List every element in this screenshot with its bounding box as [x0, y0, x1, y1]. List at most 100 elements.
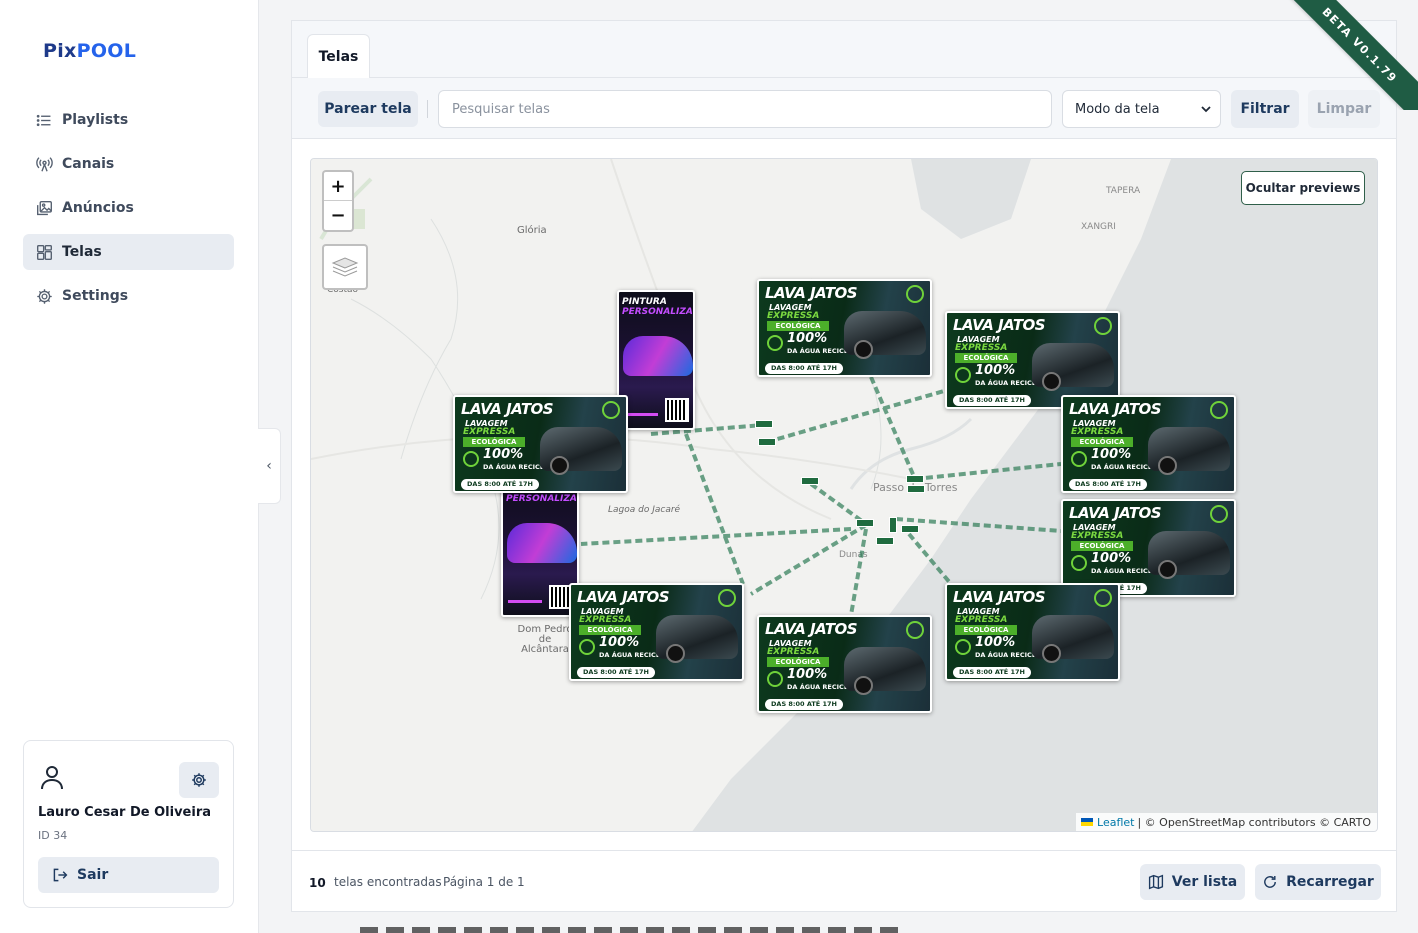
screen-mode-value: Modo da tela: [1075, 101, 1160, 117]
drop-logo-icon: [906, 621, 924, 639]
leaflet-link[interactable]: Leaflet: [1097, 816, 1134, 829]
map-marker[interactable]: [801, 477, 819, 485]
recycle-icon: [767, 671, 783, 687]
broadcast-icon: [35, 155, 53, 173]
preview-decoration: [508, 600, 542, 603]
beta-ribbon-wrap: BETA V0.1.79: [1258, 0, 1418, 110]
car-image: [1148, 427, 1230, 475]
collapse-sidebar-button[interactable]: ‹: [258, 428, 281, 504]
chevron-down-icon: [1201, 106, 1211, 113]
screen-preview-lava-jatos[interactable]: LAVA JATOS LAVAGEM EXPRESSA ECOLÓGICA 10…: [757, 615, 932, 713]
car-image: [844, 647, 926, 695]
preview-title: LAVA JATOS: [1069, 400, 1162, 418]
screen-preview-pintura[interactable]: PINTURA PERSONALIZADA: [501, 477, 579, 617]
screen-preview-lava-jatos[interactable]: LAVA JATOS LAVAGEM EXPRESSA ECOLÓGICA 10…: [757, 279, 932, 377]
view-list-button[interactable]: Ver lista: [1140, 864, 1245, 900]
preview-line: EXPRESSA: [1071, 531, 1124, 541]
screen-mode-select[interactable]: Modo da tela: [1062, 90, 1221, 128]
map-icon: [1148, 874, 1163, 890]
preview-line: EXPRESSA: [767, 647, 820, 657]
recycle-icon: [579, 639, 595, 655]
ukraine-flag-icon: [1081, 818, 1094, 826]
results-footer: 10 telas encontradas Página 1 de 1 Ver l…: [292, 850, 1396, 913]
layers-icon: [331, 257, 359, 277]
gear-icon: [35, 287, 53, 305]
toolbar-divider: [427, 100, 428, 118]
logout-button[interactable]: Sair: [38, 857, 219, 893]
pair-screen-button[interactable]: Parear tela: [318, 91, 418, 127]
preview-line: ECOLÓGICA: [463, 437, 525, 447]
preview-line: ECOLÓGICA: [767, 657, 829, 667]
drop-logo-icon: [718, 589, 736, 607]
map-marker[interactable]: [889, 517, 897, 533]
preview-title: LAVA JATOS: [953, 316, 1046, 334]
screen-preview-lava-jatos[interactable]: LAVA JATOS LAVAGEM EXPRESSA ECOLÓGICA 10…: [569, 583, 744, 681]
preview-hours: DAS 8:00 ATÉ 17H: [461, 479, 539, 490]
preview-line: 100%: [975, 635, 1016, 650]
preview-line: 100%: [787, 667, 828, 682]
map-marker[interactable]: [901, 525, 919, 533]
map-container[interactable]: Glória Costão TAPERA XANGRI Lagoa do Jac…: [310, 158, 1378, 832]
drop-logo-icon: [1094, 589, 1112, 607]
connection-lines: [580, 376, 1062, 616]
sidebar-item-settings[interactable]: Settings: [23, 278, 234, 314]
preview-line: 100%: [483, 447, 524, 462]
screen-count-label: telas encontradas: [334, 875, 442, 889]
preview-line: 100%: [1091, 447, 1132, 462]
recycle-icon: [1071, 451, 1087, 467]
attribution-text: | © OpenStreetMap contributors © CARTO: [1137, 815, 1371, 829]
images-icon: [35, 199, 53, 217]
preview-title: LAVA JATOS: [461, 400, 554, 418]
map-marker[interactable]: [907, 485, 925, 493]
preview-hours: DAS 8:00 ATÉ 17H: [953, 667, 1031, 678]
preview-decoration: [624, 413, 658, 416]
zoom-in-button[interactable]: +: [324, 172, 352, 201]
sidebar-item-label: Anúncios: [62, 200, 134, 216]
main-panel: Telas Parear tela Modo da tela Filtrar L…: [291, 20, 1397, 912]
app-logo[interactable]: PixPOOL: [43, 40, 136, 62]
screen-preview-lava-jatos[interactable]: LAVA JATOS LAVAGEM EXPRESSA ECOLÓGICA 10…: [945, 583, 1120, 681]
sidebar-item-label: Telas: [62, 244, 102, 260]
car-image: [623, 336, 693, 376]
drop-logo-icon: [906, 285, 924, 303]
sidebar-item-playlists[interactable]: Playlists: [23, 102, 234, 138]
screen-preview-lava-jatos[interactable]: LAVA JATOS LAVAGEM EXPRESSA ECOLÓGICA 10…: [453, 395, 628, 493]
drop-logo-icon: [1094, 317, 1112, 335]
sidebar-item-label: Settings: [62, 288, 129, 304]
car-image: [1148, 531, 1230, 579]
screen-preview-pintura[interactable]: PINTURA PERSONALIZADA: [617, 290, 695, 430]
layers-button[interactable]: [322, 244, 368, 290]
tab-telas[interactable]: Telas: [307, 34, 370, 78]
map-marker[interactable]: [856, 519, 874, 527]
hide-previews-button[interactable]: Ocultar previews: [1241, 171, 1365, 205]
sidebar-item-anuncios[interactable]: Anúncios: [23, 190, 234, 226]
zoom-control: + −: [322, 170, 354, 232]
sidebar-item-canais[interactable]: Canais: [23, 146, 234, 182]
reload-label: Recarregar: [1286, 874, 1374, 890]
map-marker[interactable]: [758, 438, 776, 446]
preview-hours: DAS 8:00 ATÉ 17H: [1069, 479, 1147, 490]
toolbar: Parear tela Modo da tela Filtrar Limpar: [292, 78, 1396, 139]
logo-pix: Pix: [43, 40, 77, 62]
map-marker[interactable]: [876, 537, 894, 545]
user-settings-button[interactable]: [179, 762, 219, 798]
preview-line: EXPRESSA: [1071, 427, 1124, 437]
zoom-out-button[interactable]: −: [324, 201, 352, 230]
sidebar-item-telas[interactable]: Telas: [23, 234, 234, 270]
preview-hours: DAS 8:00 ATÉ 17H: [765, 363, 843, 374]
search-input[interactable]: [438, 90, 1052, 128]
preview-subtitle: PERSONALIZADA: [622, 307, 693, 317]
sidebar-nav: Playlists Canais Anúncios Telas Settings: [23, 102, 234, 322]
map-marker[interactable]: [906, 475, 924, 483]
partial-text-strip: [360, 927, 900, 933]
drop-logo-icon: [1210, 401, 1228, 419]
preview-line: EXPRESSA: [463, 427, 516, 437]
sidebar-item-label: Canais: [62, 156, 115, 172]
view-list-label: Ver lista: [1171, 874, 1238, 890]
sidebar: PixPOOL Playlists Canais Anúncios Telas: [0, 0, 259, 933]
chevron-left-icon: ‹: [266, 458, 272, 474]
car-image: [844, 311, 926, 359]
reload-button[interactable]: Recarregar: [1255, 864, 1381, 900]
screen-preview-lava-jatos[interactable]: LAVA JATOS LAVAGEM EXPRESSA ECOLÓGICA 10…: [1061, 395, 1236, 493]
map-marker[interactable]: [755, 420, 773, 428]
